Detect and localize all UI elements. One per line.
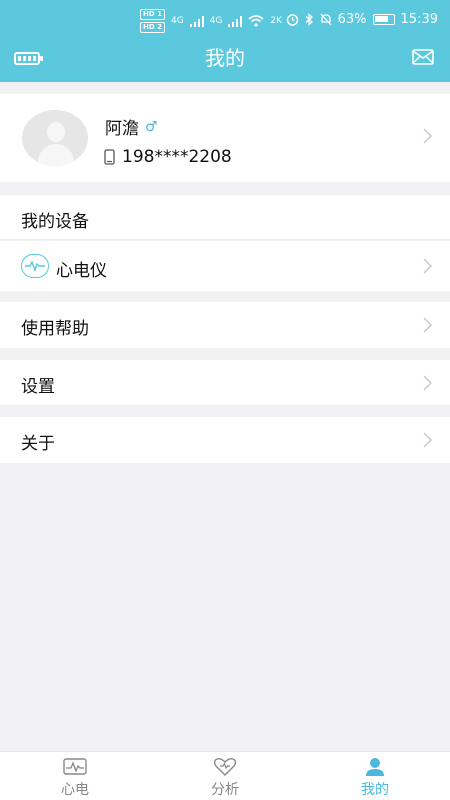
- tab-ecg[interactable]: 心电: [35, 752, 115, 800]
- settings-label: 设置: [21, 377, 55, 397]
- ecg-device-icon: [21, 254, 49, 278]
- app-header: HD 1 HD 2 4G 4G 2K 63% 15:39 我的: [0, 0, 450, 82]
- mute-icon: [320, 13, 332, 26]
- person-icon: [366, 758, 384, 776]
- avatar[interactable]: [22, 110, 88, 166]
- data-speed: 2K: [270, 16, 283, 26]
- phone-number: 198****2208: [122, 147, 232, 167]
- network-type-1: 4G: [170, 16, 184, 26]
- status-right: 63% 15:39: [286, 12, 438, 27]
- tab-analysis-label: 分析: [211, 782, 239, 798]
- battery-status-icon: [372, 14, 395, 25]
- battery-percent: 63%: [337, 12, 367, 27]
- my-devices-title: 我的设备: [21, 212, 89, 232]
- heart-icon: [213, 757, 237, 776]
- help-label: 使用帮助: [21, 319, 89, 339]
- profile-card[interactable]: 阿澹 ♂ 198****2208: [0, 94, 450, 182]
- mail-icon[interactable]: [412, 49, 434, 65]
- chevron-right-icon: [423, 375, 432, 391]
- hd-badge-2: HD 2: [140, 22, 165, 33]
- chevron-right-icon: [423, 432, 432, 448]
- male-icon: ♂: [145, 118, 158, 135]
- device-item-ecg-monitor[interactable]: 心电仪: [0, 241, 450, 291]
- ecg-icon: [63, 758, 87, 775]
- wifi-icon: [248, 15, 264, 27]
- my-devices-header: 我的设备: [0, 195, 450, 240]
- bottom-tab-bar: 心电 分析 我的: [0, 751, 450, 800]
- chevron-right-icon: [423, 317, 432, 333]
- chevron-right-icon: [423, 128, 432, 144]
- signal-icon: [189, 15, 204, 27]
- status-bar: HD 1 HD 2 4G 4G 2K 63% 15:39: [0, 0, 450, 38]
- tab-analysis[interactable]: 分析: [185, 752, 265, 800]
- tab-mine-label: 我的: [361, 782, 389, 798]
- alarm-icon: [286, 14, 298, 26]
- status-left: HD 1 HD 2 4G 4G 2K: [140, 9, 282, 33]
- tab-ecg-label: 心电: [61, 782, 89, 798]
- signal-icon-2: [228, 15, 243, 27]
- clock: 15:39: [400, 12, 438, 27]
- network-type-2: 4G: [209, 16, 223, 26]
- about-label: 关于: [21, 434, 55, 454]
- bluetooth-icon: [305, 13, 313, 26]
- device-label: 心电仪: [56, 261, 107, 281]
- help-menu-item[interactable]: 使用帮助: [0, 302, 450, 348]
- tab-mine[interactable]: 我的: [335, 752, 415, 800]
- page-title: 我的: [205, 46, 245, 70]
- about-menu-item[interactable]: 关于: [0, 417, 450, 463]
- settings-menu-item[interactable]: 设置: [0, 360, 450, 405]
- user-name: 阿澹: [105, 119, 139, 139]
- hd-badge-1: HD 1: [140, 9, 165, 20]
- chevron-right-icon: [423, 258, 432, 274]
- phone-icon: [104, 149, 115, 165]
